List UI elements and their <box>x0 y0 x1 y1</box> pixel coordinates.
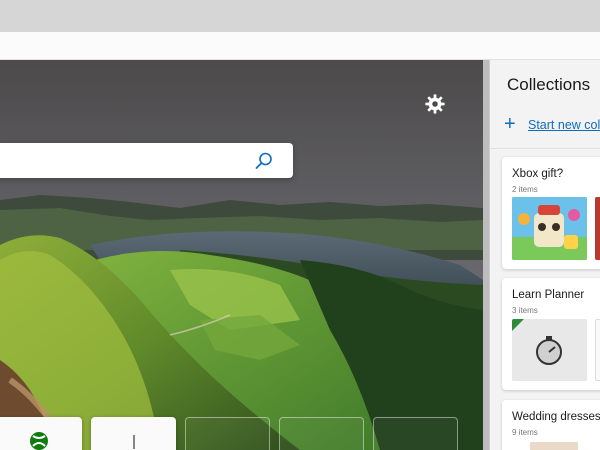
plus-icon <box>132 435 135 449</box>
collection-thumbnail <box>595 197 600 260</box>
collection-card[interactable]: Learn Planner 3 items <box>502 278 600 390</box>
collection-title: Wedding dresses <box>512 411 600 423</box>
empty-quick-link-slot <box>279 417 364 450</box>
gear-icon <box>425 94 445 114</box>
collection-thumbnail <box>512 197 587 260</box>
collection-thumbnail <box>530 442 578 450</box>
search-icon <box>255 152 272 169</box>
search-button[interactable] <box>254 151 274 171</box>
collections-pane: Collections + Start new colle Xbox gift?… <box>489 60 600 450</box>
pane-divider <box>490 148 600 149</box>
collection-card[interactable]: Xbox gift? 2 items <box>502 157 600 269</box>
new-tab-page <box>0 60 483 450</box>
collection-item-count: 3 items <box>512 306 538 315</box>
start-new-collection-link[interactable]: + Start new colle <box>504 113 600 135</box>
collection-thumbnail <box>595 319 600 381</box>
add-quick-link-tile[interactable] <box>91 417 176 450</box>
collection-card[interactable]: Wedding dresses 9 items <box>502 400 600 450</box>
plus-icon: + <box>504 113 516 135</box>
settings-button[interactable] <box>424 93 446 115</box>
collection-title: Xbox gift? <box>512 168 564 180</box>
collection-item-count: 9 items <box>512 428 538 437</box>
collections-title: Collections <box>507 75 591 94</box>
collection-title: Learn Planner <box>512 289 585 301</box>
start-new-collection-label: Start new colle <box>528 118 600 132</box>
search-input[interactable] <box>6 149 246 171</box>
empty-quick-link-slot <box>373 417 458 450</box>
empty-quick-link-slot <box>185 417 270 450</box>
web-search-box[interactable] <box>0 143 293 178</box>
collection-item-count: 2 items <box>512 185 538 194</box>
quick-link-tile-xbox[interactable] <box>0 417 82 450</box>
background-landscape-image <box>0 60 483 450</box>
collection-thumbnail <box>512 319 587 381</box>
browser-toolbar <box>0 32 600 60</box>
browser-tab-strip <box>0 0 600 32</box>
xbox-icon <box>30 432 48 450</box>
